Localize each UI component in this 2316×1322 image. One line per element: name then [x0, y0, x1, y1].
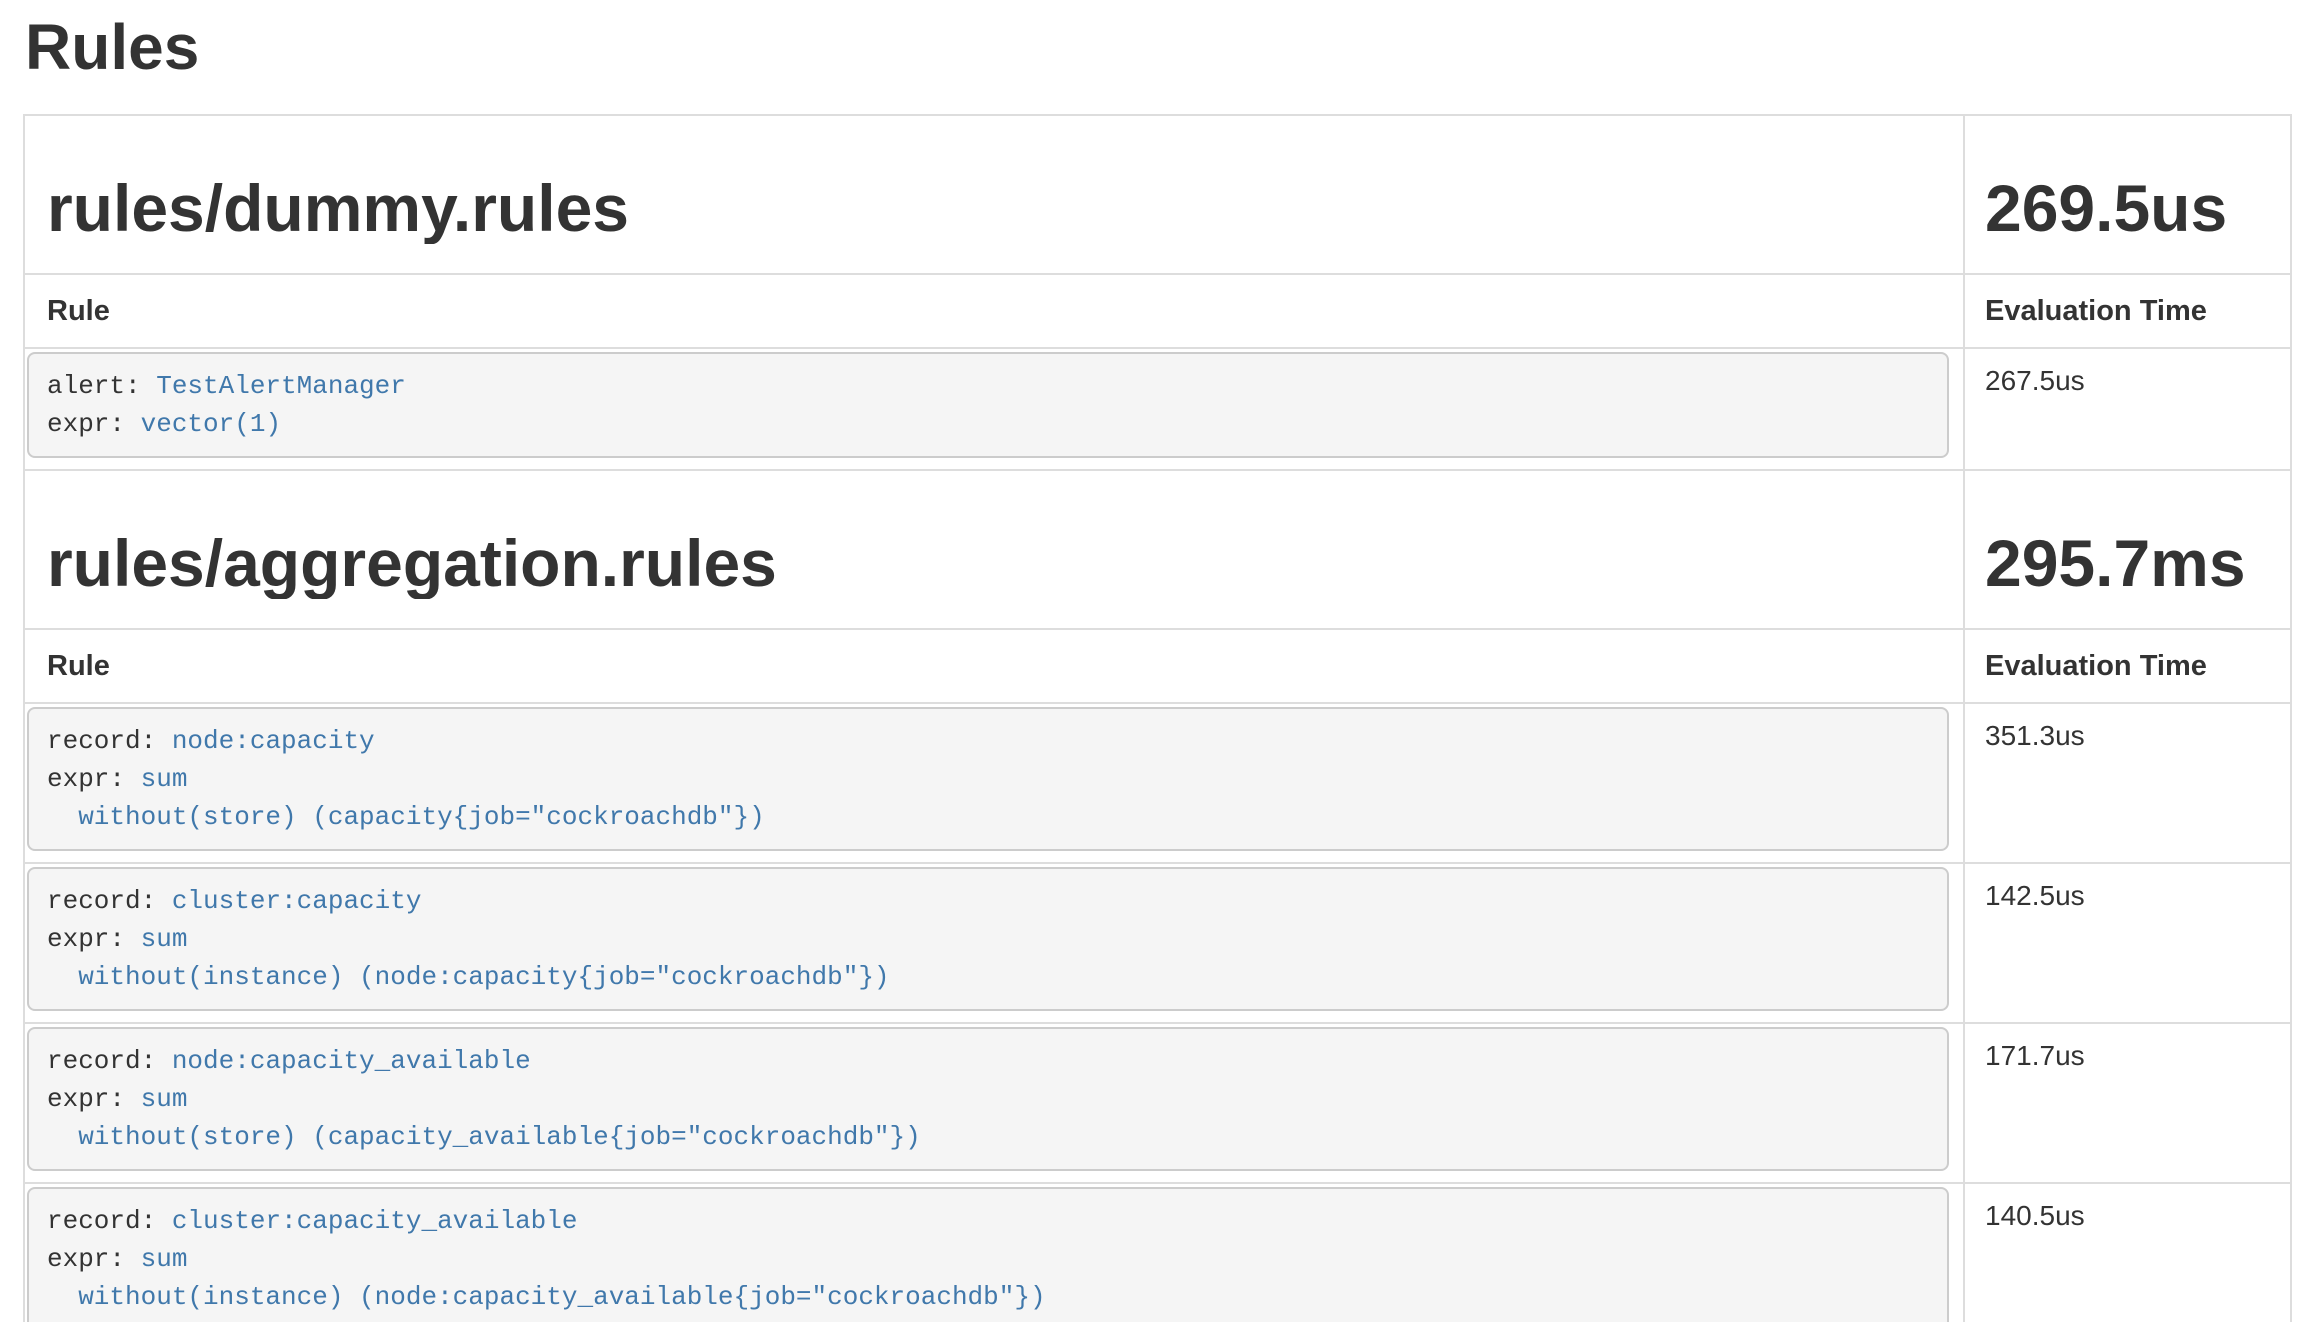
rule-link[interactable]: without(instance) (node:capacity_availab…: [47, 1282, 1046, 1312]
rule-group-header-row: rules/dummy.rules 269.5us: [24, 115, 2291, 274]
rules-page: Rules rules/dummy.rules269.5usRuleEvalua…: [23, 12, 2292, 1322]
rule-cell: record: cluster:capacity expr: sum witho…: [24, 863, 1964, 1023]
rule-eval-time: 142.5us: [1964, 863, 2291, 1023]
rule-link[interactable]: sum: [141, 1084, 188, 1114]
column-header-row: RuleEvaluation Time: [24, 274, 2291, 348]
rule-definition: record: node:capacity expr: sum without(…: [27, 707, 1949, 851]
rule-group-eval-time-cell: 295.7ms: [1964, 470, 2291, 629]
rule-eval-time: 351.3us: [1964, 703, 2291, 863]
rule-keyword: expr:: [47, 924, 141, 954]
rule-link[interactable]: sum: [141, 924, 188, 954]
rule-link[interactable]: without(instance) (node:capacity{job="co…: [47, 962, 890, 992]
rule-row: record: cluster:capacity_available expr:…: [24, 1183, 2291, 1322]
rule-eval-time: 267.5us: [1964, 348, 2291, 470]
rule-group-eval-time: 295.7ms: [1985, 527, 2290, 600]
rule-definition: record: cluster:capacity_available expr:…: [27, 1187, 1949, 1322]
rule-group-name-cell: rules/dummy.rules: [24, 115, 1964, 274]
rule-link[interactable]: without(store) (capacity{job="cockroachd…: [47, 802, 765, 832]
rule-keyword: record:: [47, 886, 172, 916]
rule-link[interactable]: node:capacity_available: [172, 1046, 531, 1076]
evaluation-time-column-header: Evaluation Time: [1964, 629, 2291, 703]
rule-row: record: node:capacity_available expr: su…: [24, 1023, 2291, 1183]
rule-column-header: Rule: [24, 629, 1964, 703]
column-header-row: RuleEvaluation Time: [24, 629, 2291, 703]
rule-keyword: record:: [47, 726, 172, 756]
rule-keyword: expr:: [47, 409, 141, 439]
rule-group-name-cell: rules/aggregation.rules: [24, 470, 1964, 629]
rule-link[interactable]: sum: [141, 764, 188, 794]
rule-definition: record: node:capacity_available expr: su…: [27, 1027, 1949, 1171]
rule-link[interactable]: sum: [141, 1244, 188, 1274]
rule-row: alert: TestAlertManager expr: vector(1)2…: [24, 348, 2291, 470]
rule-column-header: Rule: [24, 274, 1964, 348]
page-title: Rules: [25, 12, 2292, 82]
rule-eval-time: 140.5us: [1964, 1183, 2291, 1322]
rule-keyword: alert:: [47, 371, 156, 401]
rule-cell: alert: TestAlertManager expr: vector(1): [24, 348, 1964, 470]
rules-table: rules/dummy.rules269.5usRuleEvaluation T…: [23, 114, 2292, 1322]
rule-row: record: cluster:capacity expr: sum witho…: [24, 863, 2291, 1023]
rule-definition: record: cluster:capacity expr: sum witho…: [27, 867, 1949, 1011]
rule-definition: alert: TestAlertManager expr: vector(1): [27, 352, 1949, 458]
rule-keyword: record:: [47, 1206, 172, 1236]
rule-keyword: expr:: [47, 1084, 141, 1114]
rule-link[interactable]: node:capacity: [172, 726, 375, 756]
rule-link[interactable]: without(store) (capacity_available{job="…: [47, 1122, 921, 1152]
rule-group-eval-time: 269.5us: [1985, 172, 2290, 245]
rule-group-title: rules/aggregation.rules: [47, 527, 1963, 600]
rule-cell: record: node:capacity expr: sum without(…: [24, 703, 1964, 863]
rule-cell: record: cluster:capacity_available expr:…: [24, 1183, 1964, 1322]
evaluation-time-column-header: Evaluation Time: [1964, 274, 2291, 348]
rule-keyword: record:: [47, 1046, 172, 1076]
rule-link[interactable]: cluster:capacity_available: [172, 1206, 578, 1236]
rule-link[interactable]: vector(1): [141, 409, 281, 439]
rule-group-title: rules/dummy.rules: [47, 172, 1963, 245]
rules-table-body: rules/dummy.rules269.5usRuleEvaluation T…: [24, 115, 2291, 1322]
rule-cell: record: node:capacity_available expr: su…: [24, 1023, 1964, 1183]
rule-link[interactable]: cluster:capacity: [172, 886, 422, 916]
rule-group-eval-time-cell: 269.5us: [1964, 115, 2291, 274]
rule-group-header-row: rules/aggregation.rules 295.7ms: [24, 470, 2291, 629]
rule-keyword: expr:: [47, 1244, 141, 1274]
rule-row: record: node:capacity expr: sum without(…: [24, 703, 2291, 863]
rule-link[interactable]: TestAlertManager: [156, 371, 406, 401]
rule-keyword: expr:: [47, 764, 141, 794]
rule-eval-time: 171.7us: [1964, 1023, 2291, 1183]
